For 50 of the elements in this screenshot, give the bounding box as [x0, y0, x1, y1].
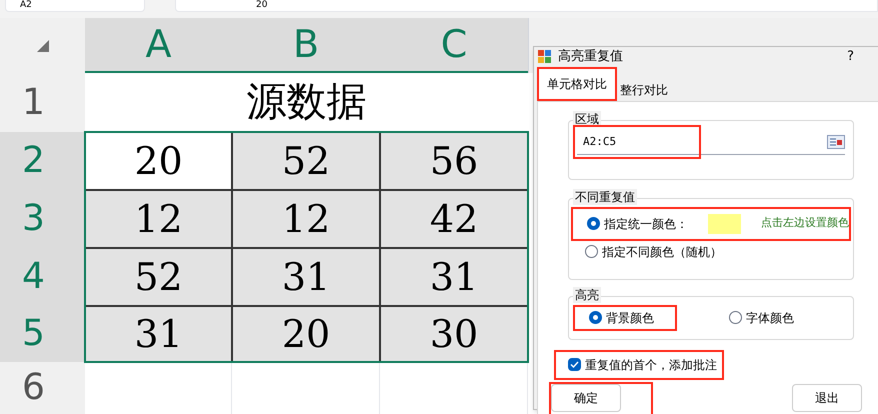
table-cell[interactable]: 20 — [85, 132, 232, 190]
check-icon — [570, 360, 579, 369]
radio-label: 指定不同颜色（随机） — [602, 244, 722, 260]
range-picker-icon[interactable] — [827, 135, 845, 149]
row-header[interactable]: 3 — [0, 190, 85, 248]
hint-text: 点击左边设置颜色 — [761, 215, 849, 232]
tab[interactable]: 整行对比 — [617, 76, 671, 98]
dialog-button[interactable]: 退出 — [792, 384, 862, 412]
help-button[interactable]: ? — [847, 47, 854, 66]
row-header[interactable]: 5 — [0, 306, 85, 362]
table-cell[interactable]: 31 — [232, 248, 380, 306]
row-header[interactable]: 2 — [0, 132, 85, 190]
select-all-icon[interactable] — [36, 38, 50, 52]
tab[interactable]: 单元格对比 — [539, 68, 615, 98]
table-cell[interactable]: 30 — [380, 306, 528, 362]
table-title: 源数据 — [246, 78, 366, 127]
radio-button[interactable] — [729, 311, 742, 324]
radio-button[interactable] — [589, 311, 602, 324]
name-box[interactable]: A2 — [5, 0, 145, 12]
radio-label: 背景颜色 — [606, 310, 654, 326]
table-cell[interactable]: 56 — [380, 132, 528, 190]
checkbox[interactable] — [568, 358, 581, 371]
row-header[interactable]: 1 — [0, 73, 85, 132]
column-header[interactable]: B — [232, 18, 380, 73]
app-icon — [538, 50, 552, 64]
color-swatch[interactable] — [708, 214, 741, 234]
radio-label: 字体颜色 — [746, 310, 794, 326]
radio-label: 指定统一颜色： — [604, 216, 688, 232]
table-cell[interactable]: 52 — [85, 248, 232, 306]
formula-field[interactable]: 20 — [175, 0, 878, 12]
table-cell[interactable]: 42 — [380, 190, 528, 248]
group-title: 高亮 — [573, 286, 601, 302]
range-field[interactable]: A2:C5 — [577, 134, 616, 150]
column-header[interactable]: C — [380, 18, 528, 73]
radio-button[interactable] — [585, 245, 598, 258]
table-cell[interactable]: 12 — [85, 190, 232, 248]
table-cell[interactable]: 52 — [232, 132, 380, 190]
row-header[interactable]: 6 — [0, 362, 85, 414]
table-cell[interactable]: 12 — [232, 190, 380, 248]
column-header[interactable]: A — [85, 18, 232, 73]
group-title: 区域 — [573, 110, 601, 126]
checkbox-label: 重复值的首个，添加批注 — [585, 356, 717, 374]
group-title: 不同重复值 — [573, 188, 637, 204]
table-cell[interactable]: 31 — [85, 306, 232, 362]
dialog-title: 高亮重复值 — [558, 48, 623, 66]
table-cell[interactable]: 20 — [232, 306, 380, 362]
table-cell[interactable]: 31 — [380, 248, 528, 306]
dialog-button[interactable]: 确定 — [551, 384, 621, 412]
radio-button[interactable] — [587, 217, 600, 230]
row-header[interactable]: 4 — [0, 248, 85, 306]
